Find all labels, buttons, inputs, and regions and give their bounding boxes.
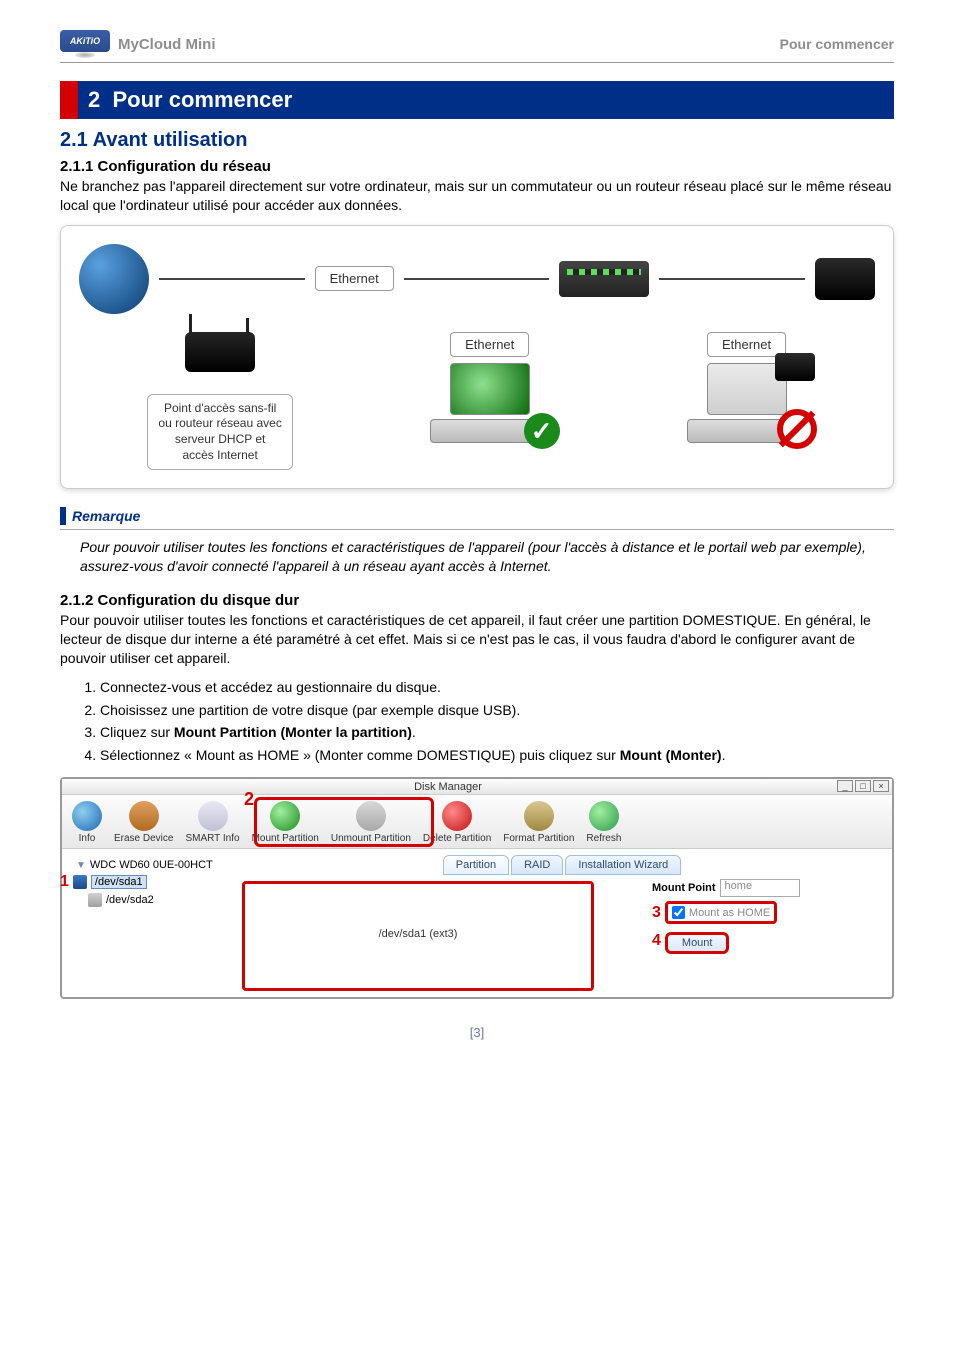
toolbar-refresh[interactable]: Refresh [580, 799, 627, 848]
toolbar-format-partition[interactable]: Format Partition [497, 799, 580, 848]
window-maximize-icon[interactable]: □ [855, 780, 871, 792]
step-3: Cliquez sur Mount Partition (Monter la p… [100, 723, 894, 742]
tree-partition-2[interactable]: /dev/sda2 [88, 893, 224, 907]
tree-disk[interactable]: ▼WDC WD60 0UE-00HCT [76, 859, 224, 871]
logo-shadow [75, 52, 95, 58]
header-left: AKiTiO MyCloud Mini [60, 30, 216, 58]
note-body: Pour pouvoir utiliser toutes les fonctio… [80, 538, 894, 576]
info-icon [72, 801, 102, 831]
delete-icon [442, 801, 472, 831]
partition-graphic[interactable]: /dev/sda1 (ext3) [242, 881, 594, 991]
toolbar-smart-info[interactable]: SMART Info [179, 799, 245, 848]
network-diagram: Ethernet Point d'accès sans-fil ou route… [60, 225, 894, 489]
router-icon [185, 332, 255, 372]
partition-icon [88, 893, 102, 907]
page-number: [3] [60, 1025, 894, 1040]
unmount-icon [356, 801, 386, 831]
chapter-title: Pour commencer [112, 87, 292, 112]
note-bar-icon [60, 507, 66, 525]
device-overlay-icon [775, 353, 815, 381]
laptop-allowed: Ethernet ✓ [430, 332, 550, 470]
ethernet-label-right: Ethernet [707, 332, 786, 357]
internet-globe-icon [79, 244, 149, 314]
note-heading: Remarque [60, 507, 894, 525]
laptop-screen-icon [450, 363, 530, 415]
router-caption: Point d'accès sans-fil ou routeur réseau… [147, 394, 292, 470]
network-switch-icon [559, 261, 649, 297]
mount-as-home-label: Mount as HOME [689, 907, 770, 919]
format-icon [524, 801, 554, 831]
tab-installation-wizard[interactable]: Installation Wizard [565, 855, 681, 875]
header-section-label: Pour commencer [780, 36, 894, 52]
router-block: Point d'accès sans-fil ou routeur réseau… [147, 332, 292, 470]
toolbar-unmount-partition[interactable]: Unmount Partition [325, 799, 417, 848]
mount-button[interactable]: Mount [665, 932, 730, 954]
tab-raid[interactable]: RAID [511, 855, 563, 875]
mount-point-input[interactable]: home [720, 879, 800, 897]
disk-manager-toolbar: 2 Info Erase Device SMART Info Mount Par… [62, 795, 892, 849]
chapter-number: 2 [88, 87, 100, 112]
ethernet-label-top: Ethernet [315, 266, 394, 291]
window-titlebar: _ □ × Disk Manager [62, 779, 892, 795]
mount-as-home-box: Mount as HOME [665, 901, 777, 924]
ethernet-label-left: Ethernet [450, 332, 529, 357]
disk-manager-window: _ □ × Disk Manager 2 Info Erase Device S… [60, 777, 894, 999]
toolbar-delete-partition[interactable]: Delete Partition [417, 799, 497, 848]
partition-label: /dev/sda1 (ext3) [379, 928, 458, 940]
paragraph-network-config: Ne branchez pas l'appareil directement s… [60, 177, 894, 215]
callout-4: 4 [652, 932, 661, 950]
heading-2-1-2: 2.1.2 Configuration du disque dur [60, 592, 894, 609]
disclosure-triangle-icon: ▼ [76, 860, 86, 871]
mount-icon [270, 801, 300, 831]
erase-icon [129, 801, 159, 831]
chapter-banner: 2 Pour commencer [60, 81, 894, 119]
mount-as-home-checkbox[interactable] [672, 906, 685, 919]
mount-panel: Mount Point home 3 Mount as HOME 4 Mount [652, 879, 882, 958]
partition-icon [73, 875, 87, 889]
window-close-icon[interactable]: × [873, 780, 889, 792]
refresh-icon [589, 801, 619, 831]
laptop-forbidden: Ethernet [687, 332, 807, 470]
callout-1: 1 [60, 873, 69, 891]
callout-2: 2 [244, 789, 254, 810]
callout-3: 3 [652, 904, 661, 922]
forbidden-icon [777, 409, 817, 449]
product-name: MyCloud Mini [118, 36, 216, 53]
page-header: AKiTiO MyCloud Mini Pour commencer [60, 30, 894, 63]
window-title: Disk Manager [62, 779, 892, 795]
window-minimize-icon[interactable]: _ [837, 780, 853, 792]
heading-2-1-1: 2.1.1 Configuration du réseau [60, 158, 894, 175]
brand-logo: AKiTiO [60, 30, 110, 52]
mycloud-device-icon [815, 258, 875, 300]
toolbar-erase-device[interactable]: Erase Device [108, 799, 179, 848]
steps-list: Connectez-vous et accédez au gestionnair… [100, 678, 894, 766]
step-4: Sélectionnez « Mount as HOME » (Monter c… [100, 746, 894, 765]
toolbar-mount-partition[interactable]: Mount Partition [246, 799, 325, 848]
step-1: Connectez-vous et accédez au gestionnair… [100, 678, 894, 697]
toolbar-info[interactable]: Info [66, 799, 108, 848]
tab-partition[interactable]: Partition [443, 855, 509, 875]
paragraph-disk-config: Pour pouvoir utiliser toutes les fonctio… [60, 611, 894, 668]
tab-bar: Partition RAID Installation Wizard [242, 855, 882, 875]
tree-partition-1[interactable]: /dev/sda1 [91, 875, 147, 889]
step-2: Choisissez une partition de votre disque… [100, 701, 894, 720]
note-divider [60, 529, 894, 530]
smart-icon [198, 801, 228, 831]
note-title: Remarque [72, 508, 140, 524]
device-tree: ▼WDC WD60 0UE-00HCT 1 /dev/sda1 /dev/sda… [62, 849, 232, 997]
disk-manager-main: Partition RAID Installation Wizard /dev/… [232, 849, 892, 997]
checkmark-icon: ✓ [524, 413, 560, 449]
mount-point-label: Mount Point [652, 882, 716, 894]
heading-2-1: 2.1 Avant utilisation [60, 129, 894, 152]
